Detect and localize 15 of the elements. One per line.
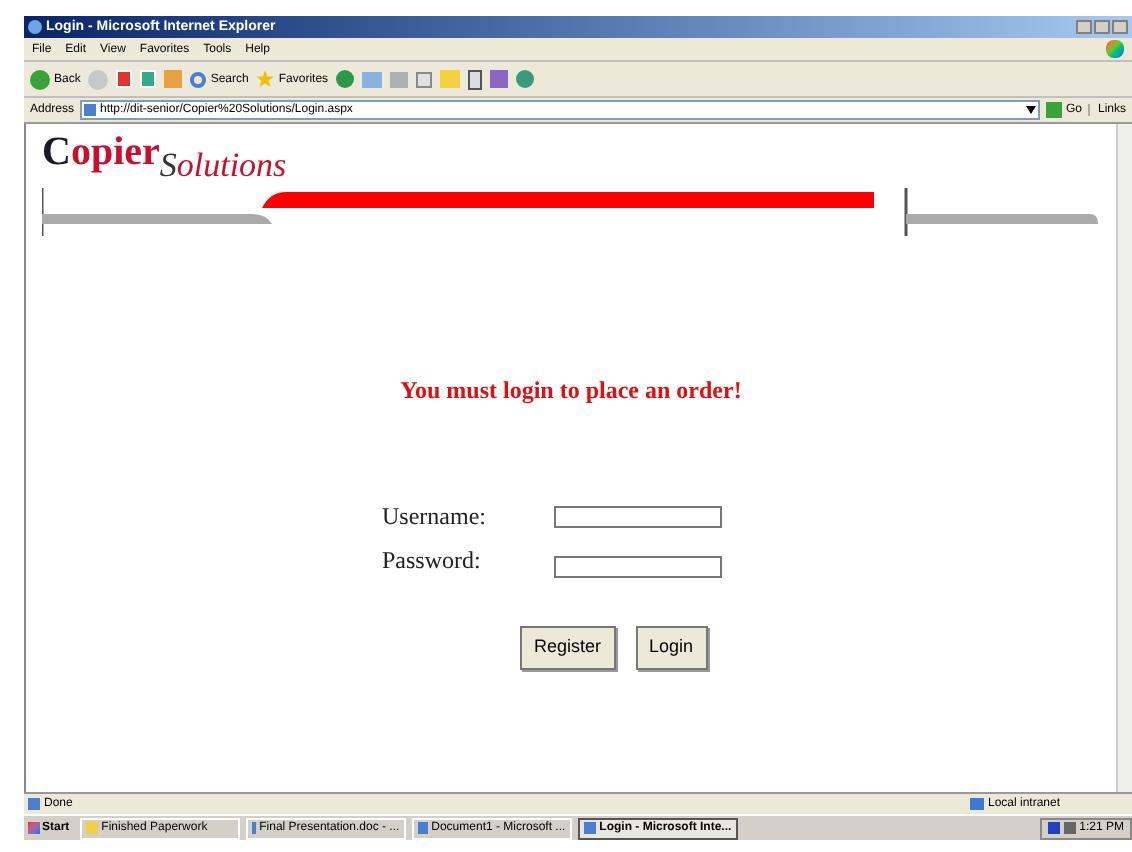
maximize-button[interactable] — [1094, 20, 1110, 34]
dropdown-arrow-icon[interactable] — [1025, 106, 1036, 114]
form-button[interactable]: Register — [520, 626, 616, 670]
form-button[interactable]: Login — [635, 626, 708, 670]
field-label: Password: — [382, 547, 483, 571]
close-button[interactable] — [1112, 20, 1128, 34]
input-field[interactable] — [554, 556, 722, 578]
input-field[interactable] — [554, 505, 722, 527]
star-icon — [256, 70, 275, 88]
minimize-button[interactable] — [1076, 20, 1092, 34]
scrollbar[interactable] — [1116, 124, 1132, 792]
login-message: You must login to place an order! — [400, 374, 742, 408]
logo-sub: Solutions — [159, 148, 287, 182]
logo-main: Copier — [42, 132, 160, 172]
field-label: Username: — [382, 504, 488, 528]
